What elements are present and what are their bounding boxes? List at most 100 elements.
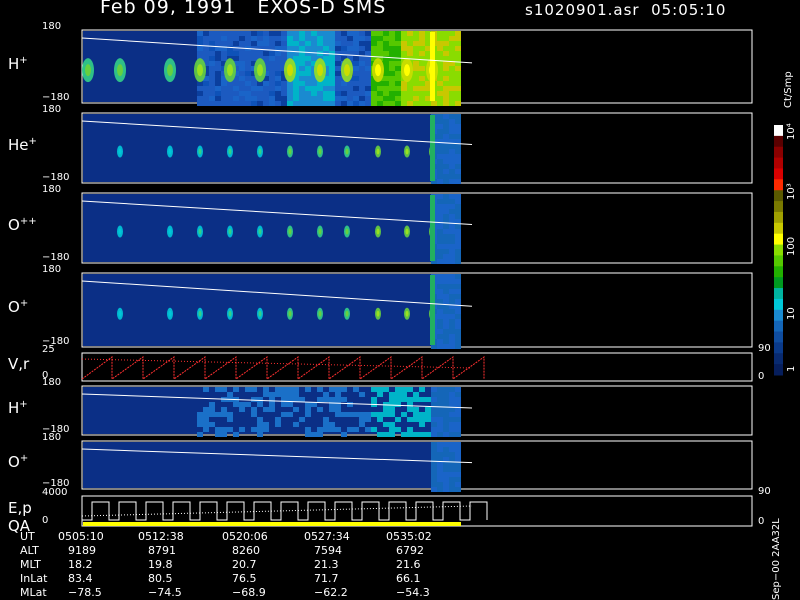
heatmap-cell [263, 41, 269, 46]
heatmap-cell [437, 397, 443, 402]
heatmap-cell [275, 387, 281, 392]
footer-cell: 21.3 [314, 558, 339, 571]
footer-cell: 19.8 [148, 558, 173, 571]
heatmap-cell [395, 101, 401, 106]
heatmap-cell [269, 31, 275, 36]
heatmap-cell [299, 81, 305, 86]
ytick-top: 25 [42, 344, 55, 355]
heatmap-cell [437, 294, 443, 299]
heatmap-cell [221, 101, 227, 106]
heatmap-cell [323, 417, 329, 422]
heatmap-cell [437, 144, 443, 149]
heatmap-cell [437, 41, 443, 46]
panel-label: O+ [8, 453, 28, 471]
heatmap-cell [437, 61, 443, 66]
heatmap-cell [443, 71, 449, 76]
footer-cell: −62.2 [314, 586, 348, 599]
energy-pass-core [228, 228, 232, 235]
heatmap-cell [335, 397, 341, 402]
heatmap-cell [257, 91, 263, 96]
heatmap-cell [407, 51, 413, 56]
heatmap-cell [245, 66, 251, 71]
heatmap-cell [353, 36, 359, 41]
heatmap-cell [395, 417, 401, 422]
heatmap-cell [449, 169, 455, 174]
panel-label: He+ [8, 136, 37, 154]
heatmap-cell [419, 41, 425, 46]
heatmap-cell [293, 86, 299, 91]
heatmap-cell [389, 407, 395, 412]
energy-pass-core [376, 228, 380, 235]
colorbar-swatch [774, 179, 783, 191]
heatmap-cell [335, 76, 341, 81]
heatmap-cell [215, 71, 221, 76]
heatmap-cell [437, 259, 443, 264]
heatmap-cell [221, 56, 227, 61]
heatmap-cell [443, 422, 449, 427]
heatmap-cell [449, 214, 455, 219]
heatmap-cell [395, 91, 401, 96]
heatmap-cell [209, 96, 215, 101]
energy-pass-core [168, 228, 172, 235]
footer-cell: 21.6 [396, 558, 421, 571]
heatmap-cell [305, 432, 311, 437]
heatmap-cell [425, 432, 431, 437]
heatmap-cell [323, 392, 329, 397]
panel-label: H+ [8, 55, 28, 73]
heatmap-cell [455, 259, 461, 264]
colorbar-tick: 10 [786, 307, 797, 320]
heatmap-cell [269, 402, 275, 407]
heatmap-cell [371, 31, 377, 36]
heatmap-cell [413, 86, 419, 91]
heatmap-cell [239, 81, 245, 86]
heatmap-cell [281, 56, 287, 61]
heatmap-cell [269, 36, 275, 41]
heatmap-cell [443, 344, 449, 349]
heatmap-cell [443, 224, 449, 229]
heatmap-cell [287, 101, 293, 106]
heatmap-cell [443, 309, 449, 314]
heatmap-cell [329, 81, 335, 86]
heatmap-cell [197, 101, 203, 106]
heatmap-cell [443, 417, 449, 422]
heatmap-cell [443, 76, 449, 81]
heatmap-cell [203, 407, 209, 412]
heatmap-cell [455, 299, 461, 304]
heatmap-cell [443, 249, 449, 254]
heatmap-cell [287, 91, 293, 96]
heatmap-cell [407, 41, 413, 46]
heatmap-cell [401, 36, 407, 41]
heatmap-cell [359, 46, 365, 51]
energy-pass-core [405, 310, 409, 317]
heatmap-cell [311, 56, 317, 61]
heatmap-cell [455, 244, 461, 249]
heatmap-cell [449, 249, 455, 254]
heatmap-cell [221, 407, 227, 412]
colorbar-swatch [774, 190, 783, 202]
heatmap-cell [359, 422, 365, 427]
heatmap-cell [359, 61, 365, 66]
heatmap-cell [293, 387, 299, 392]
heatmap-cell [239, 402, 245, 407]
heatmap-cell [323, 56, 329, 61]
heatmap-cell [359, 96, 365, 101]
footer-cell: 0505:10 [58, 530, 104, 543]
heatmap-cell [251, 101, 257, 106]
panel-label-sup: + [19, 398, 28, 410]
panel-label-sup: + [28, 136, 37, 147]
heatmap-cell [353, 412, 359, 417]
heatmap-cell [197, 417, 203, 422]
heatmap-cell [287, 392, 293, 397]
heatmap-cell [455, 487, 461, 492]
energy-series [82, 501, 488, 521]
heatmap-cell [353, 86, 359, 91]
energy-pass-core [376, 148, 380, 155]
heatmap-cell [395, 392, 401, 397]
energy-pass-core [228, 310, 232, 317]
heatmap-cell [233, 31, 239, 36]
heatmap-cell [245, 96, 251, 101]
heatmap-cell [329, 41, 335, 46]
heatmap-cell [215, 51, 221, 56]
heatmap-cell [449, 447, 455, 452]
heatmap-cell [443, 204, 449, 209]
